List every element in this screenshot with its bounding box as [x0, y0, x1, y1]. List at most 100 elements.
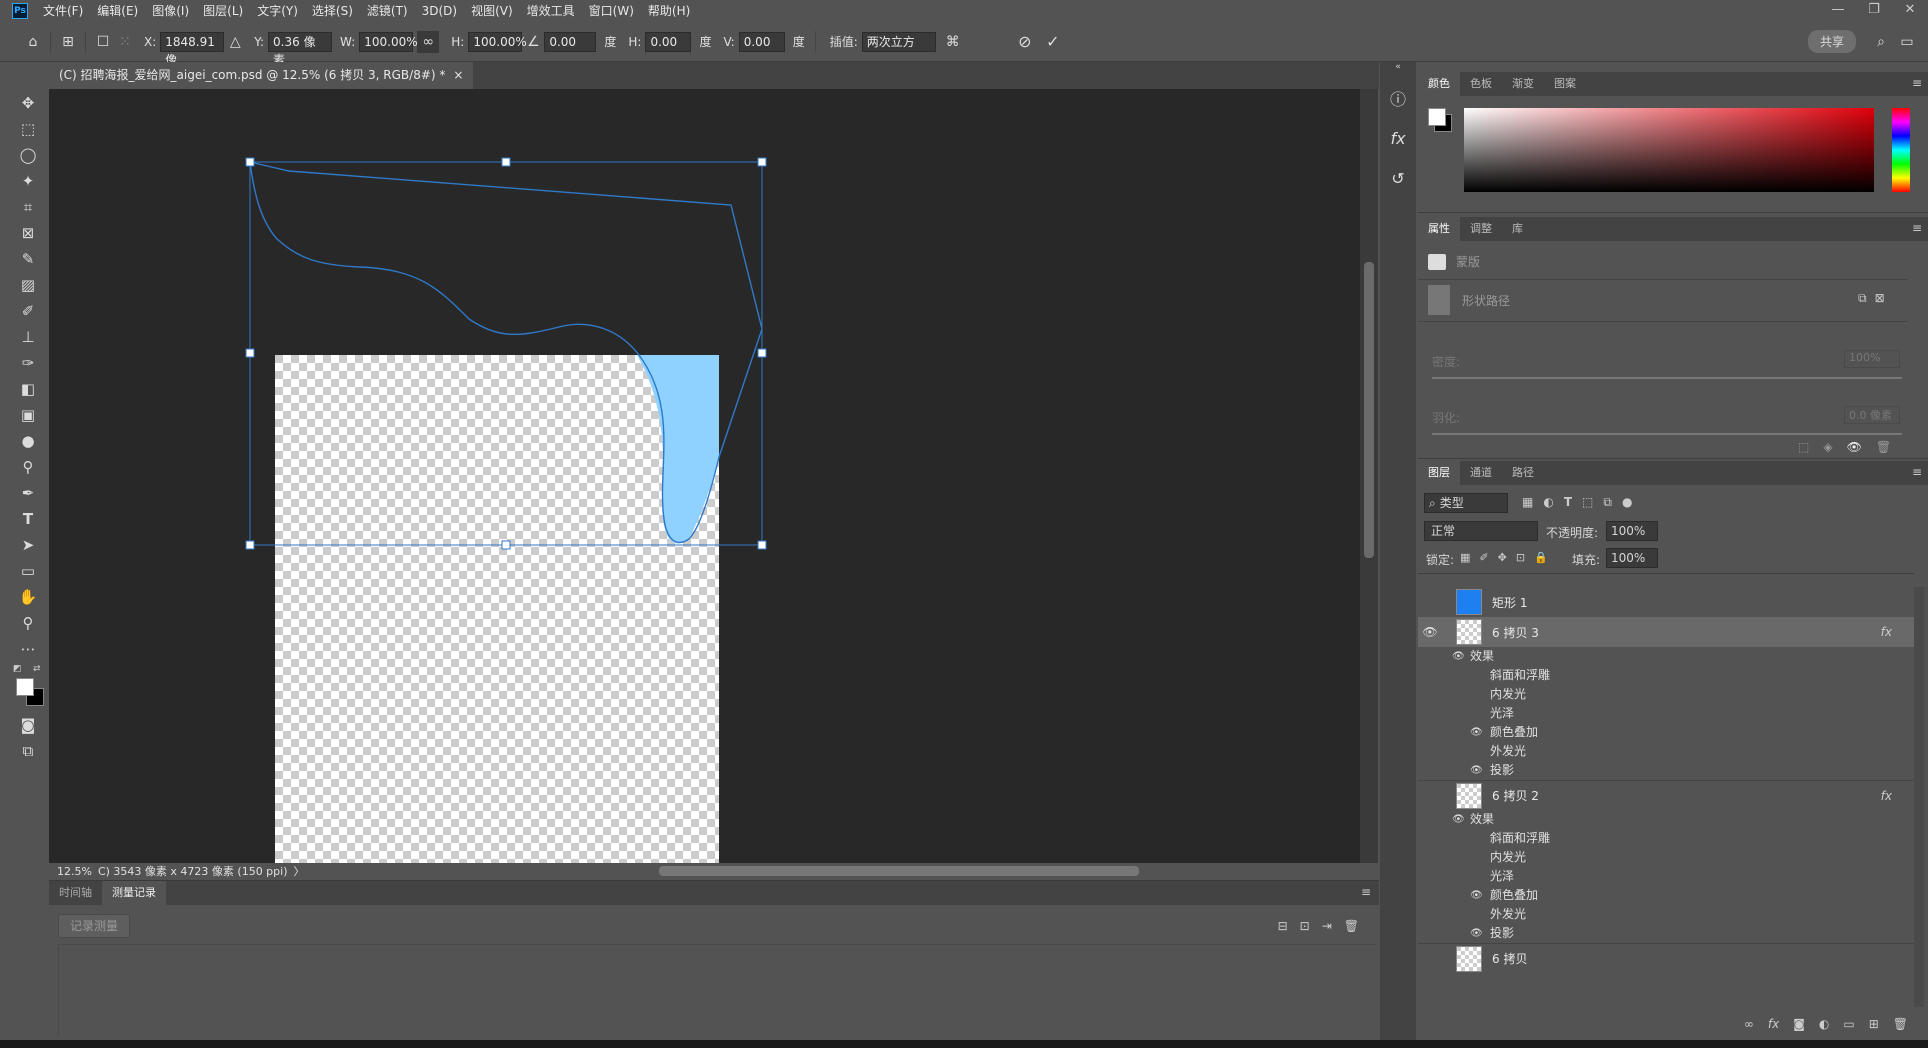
- home-icon[interactable]: ⌂: [22, 31, 44, 53]
- hskew-input[interactable]: 0.00: [645, 31, 692, 52]
- color-panel-menu-icon[interactable]: ≡: [1912, 76, 1922, 90]
- add-mask-icon[interactable]: ◙: [1793, 1017, 1805, 1031]
- export-icon[interactable]: ⇥: [1322, 919, 1332, 933]
- clone-stamp-tool-icon[interactable]: ⊥: [9, 324, 47, 350]
- effect-row[interactable]: 外发光: [1418, 905, 1914, 924]
- screen-mode-icon[interactable]: ⧉: [9, 738, 47, 764]
- effect-row[interactable]: 内发光: [1418, 848, 1914, 867]
- menu-item[interactable]: 选择(S): [305, 0, 360, 22]
- lock-all-icon[interactable]: 🔒: [1534, 551, 1548, 564]
- tab-channels[interactable]: 通道: [1460, 461, 1502, 485]
- effect-visibility-eye-icon[interactable]: 👁: [1470, 924, 1483, 943]
- lock-transparent-icon[interactable]: ▦: [1460, 551, 1470, 564]
- link-layers-icon[interactable]: ∞: [1744, 1017, 1754, 1031]
- effect-row[interactable]: 👁 颜色叠加: [1418, 723, 1914, 742]
- tab-swatches[interactable]: 色板: [1460, 72, 1502, 96]
- color-swatches[interactable]: ◩ ⇄: [9, 662, 47, 712]
- warp-mode-icon[interactable]: ⌘: [942, 31, 964, 53]
- horizontal-scroll-thumb[interactable]: [659, 866, 1139, 876]
- hand-tool-icon[interactable]: ✋: [9, 584, 47, 610]
- blend-mode-select[interactable]: 正常: [1424, 521, 1538, 541]
- toggle-mask-icon[interactable]: 👁: [1847, 440, 1862, 454]
- delete-measurement-icon[interactable]: 🗑: [1344, 919, 1359, 933]
- rectangle-tool-icon[interactable]: ▭: [9, 558, 47, 584]
- tab-layers[interactable]: 图层: [1418, 461, 1460, 485]
- reference-grid-icon[interactable]: ⁙: [114, 31, 136, 53]
- new-group-icon[interactable]: ▭: [1843, 1017, 1854, 1031]
- menu-item[interactable]: 文件(F): [36, 0, 90, 22]
- tab-timeline[interactable]: 时间轴: [49, 881, 102, 905]
- effect-row[interactable]: 👁 颜色叠加: [1418, 886, 1914, 905]
- history-brush-tool-icon[interactable]: ✑: [9, 350, 47, 376]
- menu-item[interactable]: 编辑(E): [90, 0, 145, 22]
- delete-mask-icon[interactable]: 🗑: [1876, 440, 1891, 454]
- menu-item[interactable]: 文字(Y): [250, 0, 305, 22]
- path-selection-tool-icon[interactable]: ➤: [9, 532, 47, 558]
- gradient-tool-icon[interactable]: ▣: [9, 402, 47, 428]
- effect-row[interactable]: 光泽: [1418, 704, 1914, 723]
- commit-transform-icon[interactable]: ✓: [1042, 31, 1064, 53]
- lasso-tool-icon[interactable]: ◯: [9, 142, 47, 168]
- link-icon[interactable]: ∞: [417, 30, 440, 53]
- zoom-tool-icon[interactable]: ⚲: [9, 610, 47, 636]
- filter-toggle-icon[interactable]: ●: [1622, 495, 1632, 510]
- effect-visibility-eye-icon[interactable]: 👁: [1470, 723, 1483, 742]
- select-mask-icon[interactable]: ⊠: [1875, 291, 1885, 306]
- styles-icon[interactable]: fx: [1380, 118, 1416, 158]
- filter-smart-object-icon[interactable]: ⧉: [1603, 495, 1612, 510]
- effect-row[interactable]: 👁 投影: [1418, 761, 1914, 780]
- layer-row-selected[interactable]: 👁 6 拷贝 3 fx: [1418, 617, 1914, 647]
- vertical-scroll-thumb[interactable]: [1364, 262, 1374, 558]
- tab-color[interactable]: 颜色: [1418, 72, 1460, 96]
- menu-item[interactable]: 增效工具: [520, 0, 582, 22]
- layer-visibility-eye-icon[interactable]: 👁: [1418, 625, 1442, 639]
- delete-layer-icon[interactable]: 🗑: [1893, 1017, 1908, 1031]
- lock-artboard-icon[interactable]: ⊡: [1516, 551, 1525, 564]
- effect-row[interactable]: 内发光: [1418, 685, 1914, 704]
- canvas-area[interactable]: [49, 89, 1360, 863]
- workspace-icon[interactable]: ▭: [1896, 31, 1918, 53]
- tab-gradients[interactable]: 渐变: [1502, 72, 1544, 96]
- fill-input[interactable]: 100%: [1606, 548, 1658, 568]
- filter-adjustment-icon[interactable]: ◐: [1543, 495, 1553, 510]
- default-colors-icon[interactable]: ◩: [13, 664, 22, 674]
- x-input[interactable]: 1848.91 像: [160, 31, 225, 67]
- filter-type-icon[interactable]: T: [1564, 495, 1572, 510]
- close-document-icon[interactable]: ×: [453, 62, 463, 89]
- tab-adjustments[interactable]: 调整: [1460, 217, 1502, 241]
- hue-slider[interactable]: [1892, 108, 1910, 192]
- layer-row[interactable]: 矩形 1: [1418, 587, 1914, 617]
- expand-panels-icon[interactable]: «: [1380, 62, 1416, 78]
- effect-row[interactable]: 斜面和浮雕: [1418, 829, 1914, 848]
- density-slider[interactable]: [1432, 377, 1902, 379]
- apply-mask-icon[interactable]: ◈: [1823, 440, 1832, 454]
- close-window-button[interactable]: ✕: [1892, 0, 1928, 22]
- new-layer-icon[interactable]: ⊞: [1869, 1017, 1879, 1031]
- fg-color-chip[interactable]: [1428, 108, 1446, 126]
- effect-visibility-eye-icon[interactable]: 👁: [1470, 886, 1483, 905]
- lock-image-icon[interactable]: ✐: [1479, 551, 1488, 564]
- new-adjustment-icon[interactable]: ◐: [1819, 1017, 1829, 1031]
- swap-colors-icon[interactable]: ⇄: [33, 664, 41, 674]
- record-measurements-button[interactable]: 记录测量: [58, 914, 130, 938]
- tab-libraries[interactable]: 库: [1502, 217, 1533, 241]
- filter-shape-icon[interactable]: ⬚: [1582, 495, 1593, 510]
- y-input[interactable]: 0.36 像素: [268, 31, 333, 67]
- effect-row[interactable]: 光泽: [1418, 867, 1914, 886]
- interpolation-select[interactable]: 两次立方: [861, 31, 936, 52]
- info-icon[interactable]: ⓘ: [1380, 78, 1416, 118]
- width-input[interactable]: 100.00%: [359, 31, 418, 52]
- menu-item[interactable]: 3D(D): [415, 0, 464, 22]
- brush-tool-icon[interactable]: ✐: [9, 298, 47, 324]
- more-tools-icon[interactable]: ⋯: [9, 636, 47, 662]
- height-input[interactable]: 100.00%: [468, 31, 527, 52]
- cancel-transform-icon[interactable]: ⊘: [1014, 31, 1036, 53]
- layer-row[interactable]: 6 拷贝 2 fx: [1418, 780, 1914, 810]
- menu-item[interactable]: 窗口(W): [582, 0, 641, 22]
- tab-paths[interactable]: 路径: [1502, 461, 1544, 485]
- layers-scrollbar[interactable]: [1914, 587, 1924, 1007]
- reference-point-toggle-icon[interactable]: ☐: [92, 31, 114, 53]
- reference-point-icon[interactable]: ⊞: [57, 31, 79, 53]
- fx-icon[interactable]: fx: [1881, 625, 1892, 639]
- add-style-icon[interactable]: fx: [1768, 1017, 1779, 1031]
